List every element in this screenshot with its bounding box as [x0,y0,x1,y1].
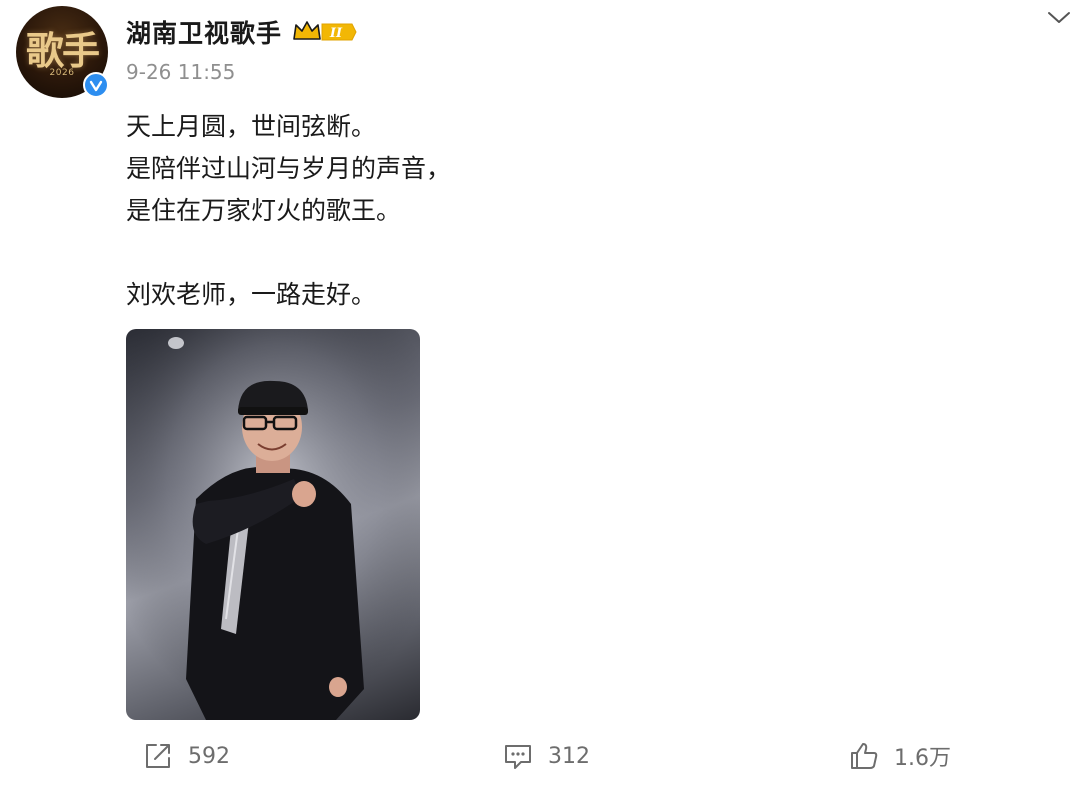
comment-button[interactable]: 312 [502,736,590,776]
post-line: 是住在万家灯火的歌王。 [126,196,402,225]
repost-button[interactable]: 592 [142,736,230,776]
comment-count: 312 [548,743,590,769]
singer-photo-illustration [126,329,420,720]
thumbs-up-icon [851,743,878,769]
post-line: 是陪伴过山河与岁月的声音， [126,154,452,183]
account-header: 湖南卫视歌手 II [126,16,358,48]
comment-icon [505,745,531,769]
vip-crown-badge-icon[interactable]: II [292,19,358,45]
verified-badge-icon [83,72,109,98]
account-name[interactable]: 湖南卫视歌手 [126,14,282,50]
post-body: 天上月圆，世间弦断。 是陪伴过山河与岁月的声音， 是住在万家灯火的歌王。 刘欢老… [126,106,826,316]
like-count: 1.6万 [894,746,951,771]
repost-count: 592 [188,743,230,769]
like-button[interactable]: 1.6万 [848,736,951,776]
chevron-down-icon[interactable] [1046,8,1072,28]
action-bar: 592 312 1.6万 [0,736,1080,776]
post-photo[interactable] [126,329,420,720]
post-timestamp: 9-26 11:55 [126,60,236,84]
post-line-blank [126,232,826,274]
repost-icon [146,744,170,768]
avatar-logo-text: 歌手 [25,28,100,73]
post-line: 天上月圆，世间弦断。 [126,112,377,141]
vip-level-label: II [329,26,343,41]
post-line: 刘欢老师，一路走好。 [126,280,377,309]
